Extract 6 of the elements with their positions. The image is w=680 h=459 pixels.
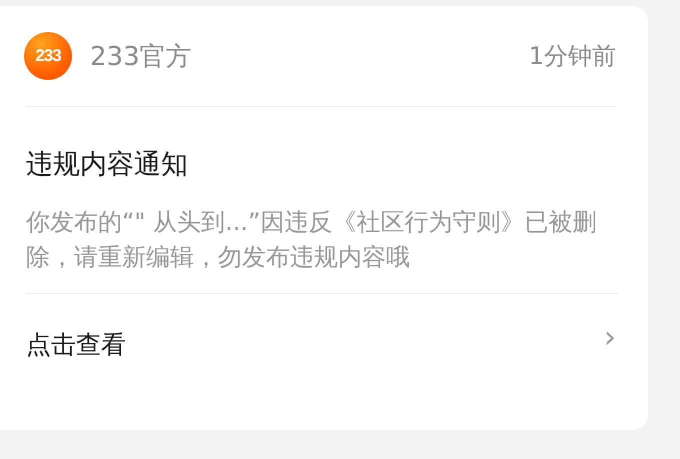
logo-icon: 233 — [24, 32, 72, 80]
timestamp: 1分钟前 — [528, 41, 616, 72]
notice-title: 违规内容通知 — [26, 148, 189, 182]
view-link[interactable]: 点击查看 — [26, 328, 126, 360]
notice-body: 你发布的“" 从头到...”因违反《社区行为守则》已被删除，请重新编辑，勿发布违规内容哦 — [26, 205, 618, 294]
sender-name: 233官方 — [90, 40, 193, 74]
